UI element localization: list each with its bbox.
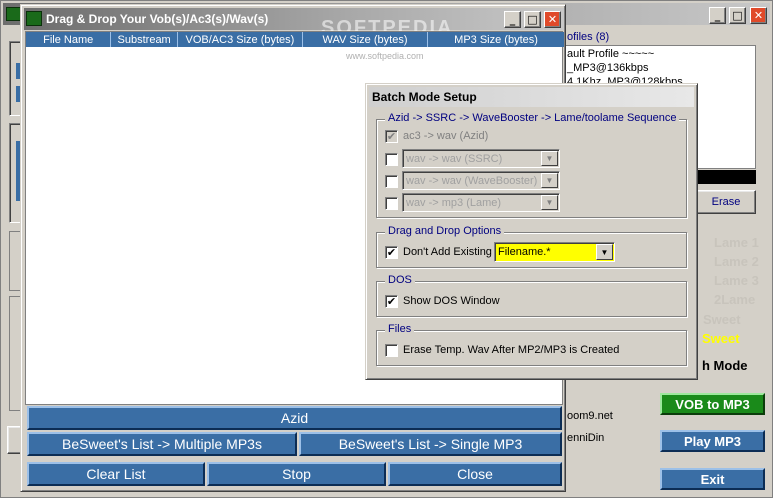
dont-add-existing-label: Don't Add Existing xyxy=(403,246,492,258)
wavebooster-combo-value: wav -> wav (WaveBooster) xyxy=(406,174,538,187)
dragdrop-app-icon xyxy=(26,11,42,26)
column-file-name[interactable]: File Name xyxy=(26,32,112,47)
dragdrop-title: Drag & Drop Your Vob(s)/Ac3(s)/Wav(s) xyxy=(46,12,269,26)
azid-button[interactable]: Azid xyxy=(27,406,562,430)
column-wav-size[interactable]: WAV Size (bytes) xyxy=(302,32,429,47)
wavebooster-combo[interactable]: wav -> wav (WaveBooster) ▼ xyxy=(402,171,560,190)
vob-to-mp3-button[interactable]: VOB to MP3 xyxy=(660,393,765,415)
lame-combo[interactable]: wav -> mp3 (Lame) ▼ xyxy=(402,193,560,212)
ssrc-combo-value: wav -> wav (SSRC) xyxy=(406,152,503,165)
column-mp3-size[interactable]: MP3 Size (bytes) xyxy=(428,32,565,47)
main-maximize-button[interactable]: □ xyxy=(729,7,746,24)
chevron-down-icon[interactable]: ▼ xyxy=(596,244,613,260)
file-list-header: File Name Substream VOB/AC3 Size (bytes)… xyxy=(26,32,565,47)
files-group: Files Erase Temp. Wav After MP2/MP3 is C… xyxy=(376,323,687,366)
batch-dialog: Batch Mode Setup Azid -> SSRC -> WaveBoo… xyxy=(365,83,698,380)
erase-temp-label: Erase Temp. Wav After MP2/MP3 is Created xyxy=(403,344,620,356)
play-mp3-button[interactable]: Play MP3 xyxy=(660,430,765,452)
show-dos-checkbox[interactable]: ✔ xyxy=(385,295,398,308)
profile-item[interactable]: _MP3@136kbps xyxy=(567,62,649,74)
ssrc-combo[interactable]: wav -> wav (SSRC) ▼ xyxy=(402,149,560,168)
dos-legend: DOS xyxy=(385,274,415,286)
2lame-button[interactable]: 2Lame xyxy=(714,292,755,307)
lame-3-button[interactable]: Lame 3 xyxy=(714,273,759,288)
lame-1-button[interactable]: Lame 1 xyxy=(714,235,759,250)
column-substream[interactable]: Substream xyxy=(111,32,178,47)
main-minimize-button[interactable]: _ xyxy=(709,7,726,24)
column-vob-size[interactable]: VOB/AC3 Size (bytes) xyxy=(177,32,303,47)
main-close-button[interactable]: ✕ xyxy=(750,7,767,24)
lame-2-button[interactable]: Lame 2 xyxy=(714,254,759,269)
credit-text-2: enniDin xyxy=(567,432,605,444)
batch-title: Batch Mode Setup xyxy=(372,90,477,104)
sweet-button[interactable]: Sweet xyxy=(696,329,764,348)
erase-temp-checkbox[interactable] xyxy=(385,344,398,357)
erase-label: Erase xyxy=(711,196,741,208)
profile-black-bar xyxy=(696,170,756,184)
profile-item[interactable]: ault Profile ~~~~~ xyxy=(567,48,654,60)
lame-combo-value: wav -> mp3 (Lame) xyxy=(406,196,502,209)
ac3-wav-label: ac3 -> wav (Azid) xyxy=(403,130,489,142)
dont-add-existing-checkbox[interactable]: ✔ xyxy=(385,246,398,259)
lame-checkbox[interactable] xyxy=(385,197,398,210)
exit-button[interactable]: Exit xyxy=(660,468,765,490)
sequence-legend: Azid -> SSRC -> WaveBooster -> Lame/tool… xyxy=(385,112,680,124)
stop-button[interactable]: Stop xyxy=(207,462,386,486)
lame-buttons-group: Lame 1 Lame 2 Lame 3 2Lame xyxy=(701,233,767,323)
chevron-down-icon[interactable]: ▼ xyxy=(541,173,558,188)
filename-combo-value: Filename.* xyxy=(498,246,551,258)
chevron-down-icon[interactable]: ▼ xyxy=(541,151,558,166)
sequence-group: Azid -> SSRC -> WaveBooster -> Lame/tool… xyxy=(376,112,687,218)
dragdrop-maximize-button[interactable]: □ xyxy=(524,11,541,28)
profiles-label: ofiles (8) xyxy=(567,31,610,43)
credit-text-1: oom9.net xyxy=(567,410,613,422)
sweet-label: Sweet xyxy=(702,331,740,346)
dragdrop-minimize-button[interactable]: _ xyxy=(504,11,521,28)
dragdrop-options-group: Drag and Drop Options ✔ Don't Add Existi… xyxy=(376,225,687,268)
close-button[interactable]: Close xyxy=(388,462,562,486)
dragdrop-close-button[interactable]: ✕ xyxy=(544,11,561,28)
dos-group: DOS ✔ Show DOS Window xyxy=(376,274,687,317)
erase-profile-button[interactable]: Erase xyxy=(696,190,756,214)
ssrc-checkbox[interactable] xyxy=(385,153,398,166)
batch-mode-label: h Mode xyxy=(702,358,748,373)
single-mp3-button[interactable]: BeSweet's List -> Single MP3 xyxy=(299,432,562,456)
show-dos-label: Show DOS Window xyxy=(403,295,500,307)
filename-combo[interactable]: Filename.* ▼ xyxy=(494,242,615,262)
dragdrop-options-legend: Drag and Drop Options xyxy=(385,225,505,237)
ac3-wav-checkbox: ✔ xyxy=(385,130,398,143)
multiple-mp3s-button[interactable]: BeSweet's List -> Multiple MP3s xyxy=(27,432,297,456)
watermark-url: www.softpedia.com xyxy=(346,51,424,61)
files-legend: Files xyxy=(385,323,415,335)
chevron-down-icon[interactable]: ▼ xyxy=(541,195,558,210)
wavebooster-checkbox[interactable] xyxy=(385,175,398,188)
clear-list-button[interactable]: Clear List xyxy=(27,462,205,486)
sweet-disabled-label: Sweet xyxy=(703,312,741,327)
